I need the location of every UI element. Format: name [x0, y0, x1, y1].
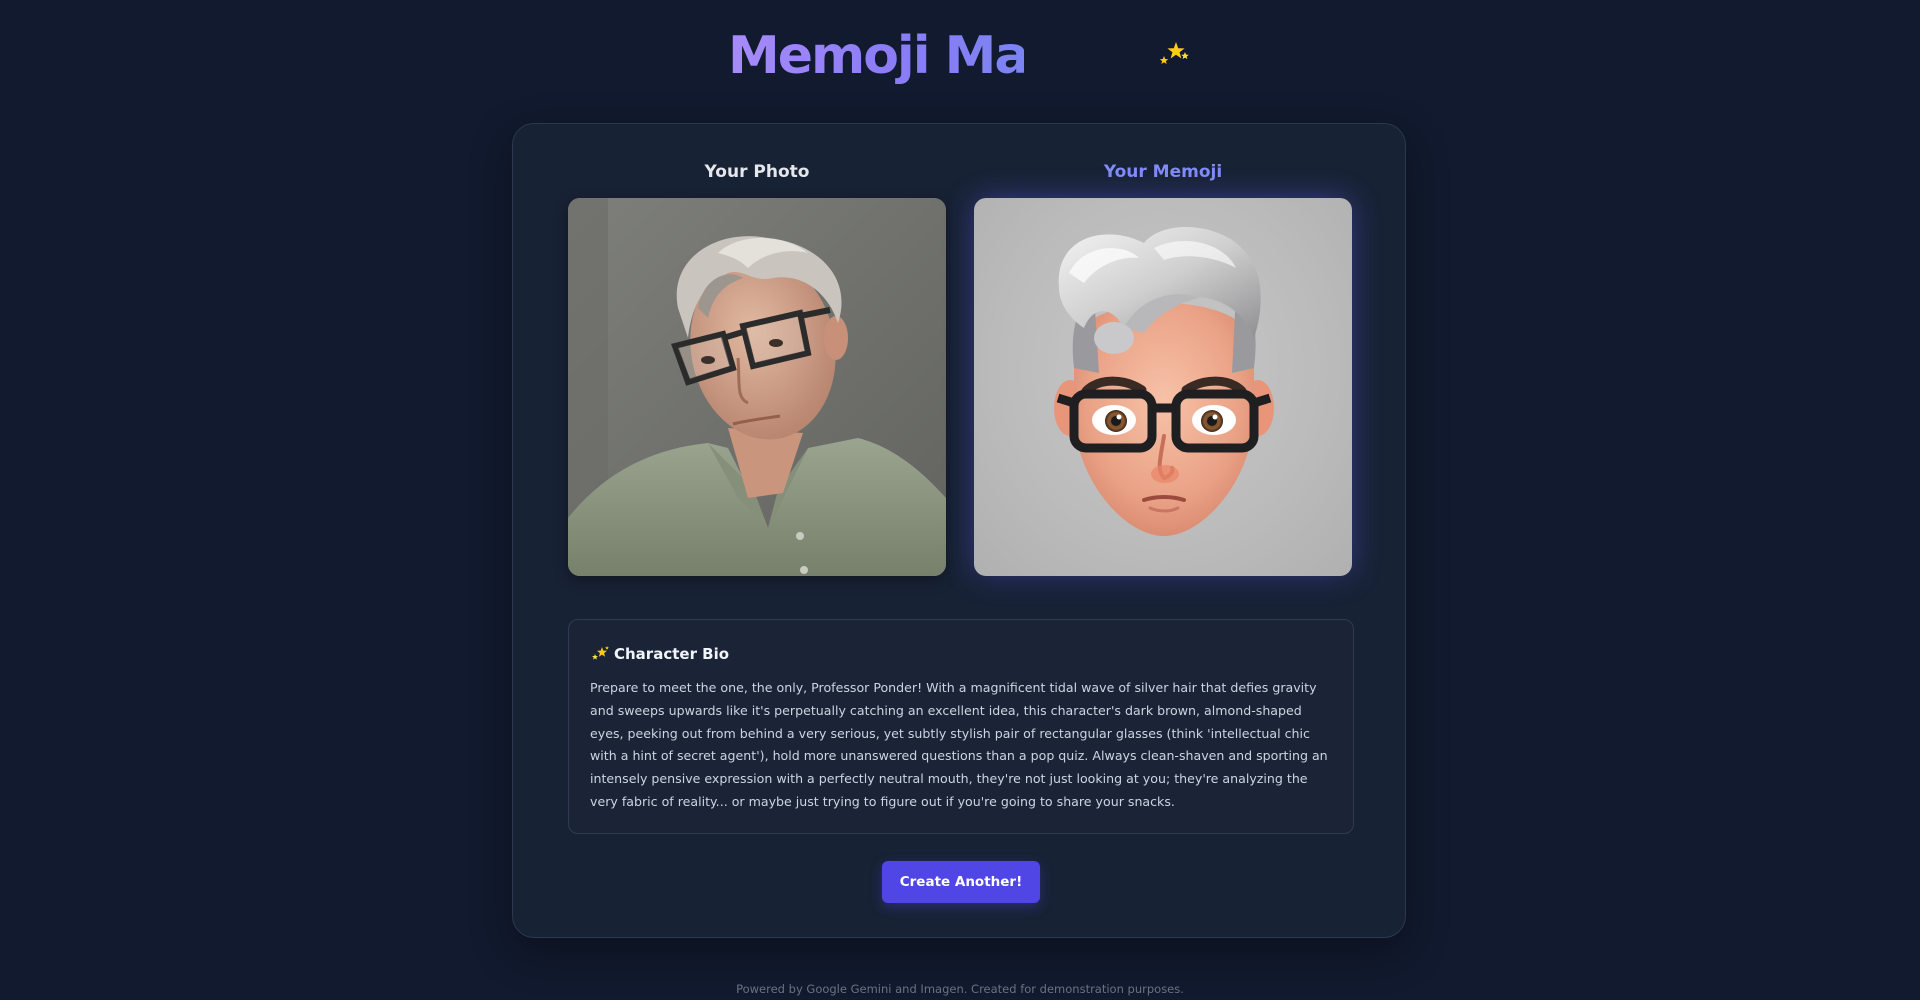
memoji-column: Your Memoji: [974, 160, 1352, 576]
original-photo: [568, 198, 946, 576]
memoji-image: [974, 198, 1352, 576]
create-another-button[interactable]: Create Another!: [882, 861, 1040, 903]
result-card: Your Photo Your Memoji Character Bio Pre…: [512, 123, 1406, 938]
character-bio-text: Prepare to meet the one, the only, Profe…: [590, 680, 1328, 809]
page-title-container: Memoji Magic: [728, 28, 1024, 84]
character-bio-title: Character Bio: [614, 645, 730, 663]
app-header: Memoji Magic: [0, 28, 1920, 88]
footer-credits: Powered by Google Gemini and Imagen. Cre…: [736, 982, 1184, 996]
page-title: Memoji Magic: [728, 28, 1024, 84]
character-bio-header: Character Bio: [590, 642, 1331, 666]
memoji-label: Your Memoji: [1103, 162, 1223, 182]
sparkles-icon: [1159, 42, 1189, 64]
memoji-illustration: [1054, 226, 1274, 536]
character-bio-panel: Character Bio Prepare to meet the one, t…: [568, 619, 1354, 834]
original-photo-image: [568, 198, 946, 576]
original-photo-column: Your Photo: [568, 160, 946, 576]
original-photo-label: Your Photo: [704, 162, 810, 182]
sparkles-icon: [592, 646, 609, 660]
